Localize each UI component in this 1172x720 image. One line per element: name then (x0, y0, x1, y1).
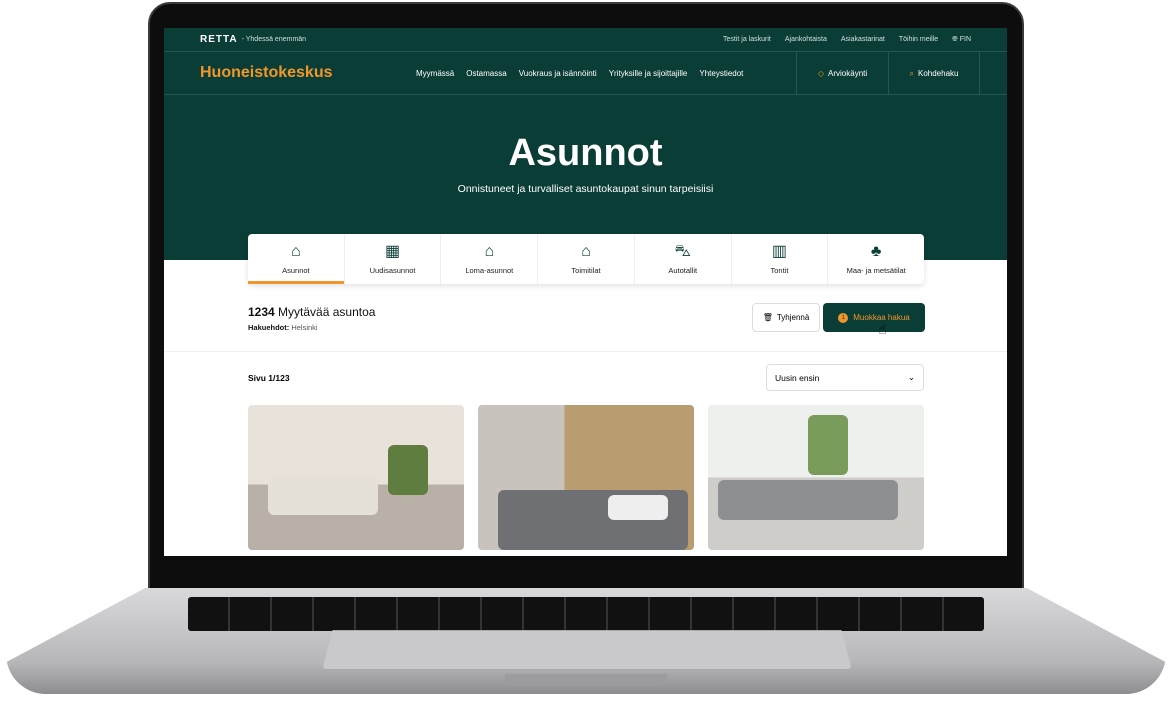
screen: RETTA - Yhdessä enemmän Testit ja laskur… (164, 28, 1007, 556)
edit-search-button[interactable]: 1 Muokkaa hakua (823, 303, 925, 332)
listing-image[interactable] (248, 405, 464, 550)
tab-label: Maa- ja metsätilat (846, 265, 906, 275)
sort-value: Uusin ensin (775, 372, 820, 383)
tab-label: Uudisasunnot (369, 265, 416, 275)
search-criteria: Hakuehdot: Helsinki (248, 323, 318, 332)
appraisal-button[interactable]: ◇ Arviokäynti (796, 52, 888, 95)
car-icon: ⛍ (674, 242, 691, 260)
page-subtitle: Onnistuneet ja turvalliset asuntokaupat … (457, 183, 714, 195)
top-link[interactable]: Töihin meille (899, 36, 938, 44)
trash-icon: 🗑︎ (762, 313, 773, 322)
count-number: 1234 (248, 305, 275, 319)
result-count: 1234 Myytävää asuntoa (248, 305, 375, 319)
tab-uudisasunnot[interactable]: ▦ Uudisasunnot (345, 234, 442, 284)
nav-link[interactable]: Yrityksille ja sijoittajille (609, 69, 688, 78)
tab-asunnot[interactable]: ⌂ Asunnot (248, 234, 345, 284)
chevron-down-icon: ⌄ (907, 372, 915, 382)
tab-label: Toimitilat (571, 265, 601, 275)
tab-maa-ja-metsatilat[interactable]: ♣ Maa- ja metsätilat (828, 234, 924, 284)
appraisal-label: Arviokäynti (828, 69, 868, 78)
tab-autotallit[interactable]: ⛍ Autotallit (635, 234, 732, 284)
office-icon: ⌂ (581, 242, 591, 260)
sort-select[interactable]: Uusin ensin ⌄ (766, 364, 924, 391)
top-link[interactable]: Testit ja laskurit (723, 36, 771, 44)
clear-button[interactable]: 🗑︎ Tyhjennä (752, 303, 820, 332)
search-button[interactable]: ⌕ Kohdehaku (888, 52, 980, 95)
top-link[interactable]: Ajankohtaista (785, 36, 827, 44)
count-label: Myytävää asuntoa (278, 305, 376, 319)
laptop-notch (505, 674, 667, 686)
criteria-value: Helsinki (291, 323, 318, 332)
tagline: - Yhdessä enemmän (241, 36, 307, 43)
search-icon: ⌕ (909, 68, 914, 78)
new-building-icon: ▦ (385, 242, 401, 260)
tab-label: Asunnot (282, 265, 310, 275)
tab-tontit[interactable]: ▥ Tontit (732, 234, 829, 284)
page-indicator: Sivu 1/123 (248, 373, 290, 383)
divider (164, 351, 1007, 352)
page-title: Asunnot (508, 132, 663, 174)
search-label: Kohdehaku (918, 69, 959, 78)
main-nav: Huoneistokeskus Myymässä Ostamassa Vuokr… (164, 52, 1007, 95)
language-selector[interactable]: 🌐︎ FIN (952, 36, 971, 44)
listing-image[interactable] (478, 405, 694, 550)
filter-count-badge: 1 (838, 312, 849, 323)
tab-toimitilat[interactable]: ⌂ Toimitilat (538, 234, 635, 284)
tab-label: Loma-asunnot (465, 265, 514, 275)
top-bar: RETTA - Yhdessä enemmän Testit ja laskur… (164, 28, 1007, 52)
nav-link[interactable]: Yhteystiedot (699, 69, 743, 78)
tab-loma-asunnot[interactable]: ⌂ Loma-asunnot (441, 234, 539, 284)
nav-link[interactable]: Vuokraus ja isännöinti (519, 69, 597, 78)
tab-label: Autotallit (668, 265, 698, 275)
map-icon: ▥ (771, 242, 788, 260)
tag-icon: ◇ (817, 69, 825, 78)
tab-label: Tontit (770, 265, 789, 275)
nav-link[interactable]: Ostamassa (466, 69, 506, 78)
criteria-label: Hakuehdot: (248, 323, 290, 332)
listing-image[interactable] (708, 405, 924, 550)
language-label: FIN (959, 35, 971, 43)
retta-logo[interactable]: RETTA (200, 34, 238, 45)
brand-logo[interactable]: Huoneistokeskus (200, 64, 416, 82)
trackpad (322, 630, 852, 670)
cabin-icon: ⌂ (484, 242, 495, 260)
house-icon: ⌂ (291, 242, 301, 260)
trees-icon: ♣ (870, 242, 882, 260)
globe-icon: 🌐︎ (952, 35, 958, 43)
hand-cursor-icon: ☝︎ (878, 321, 887, 337)
clear-label: Tyhjennä (776, 313, 810, 322)
keyboard (188, 597, 984, 631)
top-link[interactable]: Asiakastarinat (841, 36, 885, 44)
nav-link[interactable]: Myymässä (416, 69, 454, 78)
category-tabs: ⌂ Asunnot ▦ Uudisasunnot ⌂ Loma-asunnot ⌂ To… (248, 234, 924, 284)
